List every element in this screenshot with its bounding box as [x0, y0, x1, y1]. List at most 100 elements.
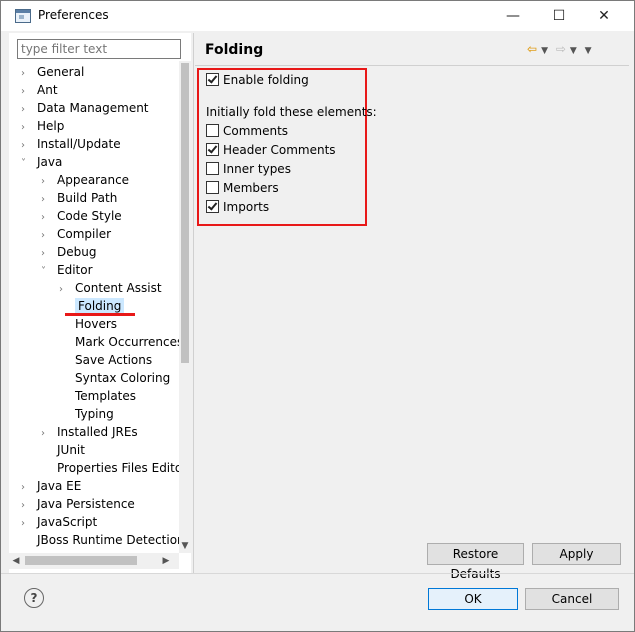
- tree-item-label: Content Assist: [75, 281, 162, 295]
- scroll-right-icon[interactable]: ▶: [159, 553, 173, 569]
- tree-item[interactable]: › General: [21, 63, 84, 81]
- tree-item[interactable]: Typing: [59, 405, 114, 423]
- tree-item-label: Properties Files Editor: [57, 461, 179, 475]
- tree-item-label: Java EE: [37, 479, 82, 493]
- tree-item-label: JUnit: [57, 443, 85, 457]
- fold-option-label: Members: [223, 181, 279, 195]
- checkbox-icon[interactable]: [206, 73, 219, 86]
- tree-item[interactable]: › Debug: [41, 243, 96, 261]
- tree-item[interactable]: JUnit: [41, 441, 85, 459]
- tree-item-label: Help: [37, 119, 65, 133]
- button-bar-separator: [1, 573, 634, 574]
- tree-item-label: Debug: [57, 245, 97, 259]
- cancel-button[interactable]: Cancel: [525, 588, 619, 610]
- checkbox-icon[interactable]: [206, 124, 219, 137]
- back-arrow-icon[interactable]: ⇦: [527, 42, 537, 56]
- apply-button[interactable]: Apply: [532, 543, 621, 565]
- close-button[interactable]: ✕: [581, 1, 627, 31]
- tree-item[interactable]: Save Actions: [59, 351, 152, 369]
- annotation-underline: [65, 313, 135, 316]
- checkbox-icon[interactable]: [206, 181, 219, 194]
- checkbox-icon[interactable]: [206, 200, 219, 213]
- tree-item[interactable]: › JavaScript: [21, 513, 97, 531]
- tree-item-label: Editor: [57, 263, 93, 277]
- fold-option-checkbox[interactable]: Members: [206, 179, 279, 197]
- vertical-scroll-thumb[interactable]: [181, 63, 189, 363]
- page-navigation: ⇦ ▼ ⇨ ▼ ▼: [527, 42, 596, 56]
- checkbox-icon[interactable]: [206, 143, 219, 156]
- tree-item[interactable]: Hovers: [59, 315, 117, 333]
- tree-item[interactable]: › Java EE: [21, 477, 81, 495]
- tree-item[interactable]: JBoss Runtime Detection: [21, 531, 179, 549]
- tree-item[interactable]: › Ant: [21, 81, 58, 99]
- tree-item[interactable]: › Appearance: [41, 171, 129, 189]
- help-icon[interactable]: ?: [24, 588, 44, 608]
- filter-input[interactable]: [17, 39, 181, 59]
- page-title: Folding: [205, 42, 264, 58]
- minimize-button[interactable]: —: [490, 1, 536, 31]
- tree-item-label: Data Management: [37, 101, 149, 115]
- tree-item[interactable]: › Compiler: [41, 225, 111, 243]
- tree-item[interactable]: Syntax Coloring: [59, 369, 170, 387]
- pane-divider[interactable]: [193, 33, 194, 573]
- ok-button[interactable]: OK: [428, 588, 518, 610]
- scroll-left-icon[interactable]: ◀: [9, 553, 23, 569]
- enable-folding-label: Enable folding: [223, 73, 309, 87]
- scroll-down-icon[interactable]: ▼: [179, 539, 191, 553]
- fold-option-checkbox[interactable]: Comments: [206, 122, 288, 140]
- tree-item-label: Install/Update: [37, 137, 121, 151]
- tree-item-label: Hovers: [75, 317, 118, 331]
- title-separator: [195, 65, 629, 66]
- view-menu-icon[interactable]: ▼: [585, 46, 592, 56]
- tree-item-label: Typing: [75, 407, 114, 421]
- tree-item[interactable]: › Installed JREs: [41, 423, 138, 441]
- tree-item-label: Templates: [75, 389, 137, 403]
- restore-defaults-button[interactable]: Restore Defaults: [427, 543, 524, 581]
- tree-item-label: JavaScript: [37, 515, 98, 529]
- enable-folding-checkbox[interactable]: Enable folding: [206, 71, 309, 89]
- forward-dropdown-icon[interactable]: ▼: [570, 46, 577, 56]
- maximize-button[interactable]: ☐: [536, 1, 582, 31]
- tree-item-label: Installed JREs: [57, 425, 138, 439]
- horizontal-scroll-thumb[interactable]: [25, 556, 137, 565]
- tree-item-label: Ant: [37, 83, 58, 97]
- tree-item[interactable]: › Code Style: [41, 207, 122, 225]
- fold-option-label: Imports: [223, 200, 270, 214]
- tree-item[interactable]: › Data Management: [21, 99, 149, 117]
- tree-item[interactable]: Templates: [59, 387, 136, 405]
- tree-horizontal-scrollbar[interactable]: ◀ ▶: [9, 553, 179, 569]
- tree-item[interactable]: ˅ Editor: [41, 261, 93, 279]
- forward-arrow-icon[interactable]: ⇨: [556, 42, 566, 56]
- tree-item-label: Java Persistence: [37, 497, 135, 511]
- back-dropdown-icon[interactable]: ▼: [541, 46, 548, 56]
- chevron-down-icon[interactable]: ˅: [21, 155, 37, 173]
- tree-item[interactable]: › Help: [21, 117, 64, 135]
- tree-item-label: Folding: [75, 298, 125, 314]
- preferences-window: Preferences — ☐ ✕ ›General›Ant›Data Mana…: [0, 0, 635, 632]
- preference-tree-pane: ›General›Ant›Data Management›Help›Instal…: [9, 33, 191, 573]
- chevron-down-icon[interactable]: ˅: [41, 263, 57, 281]
- fold-option-label: Inner types: [223, 162, 291, 176]
- app-icon: [15, 9, 31, 23]
- tree-item-label: Mark Occurrences: [75, 335, 179, 349]
- tree-item[interactable]: › Java Persistence: [21, 495, 135, 513]
- tree-item-label: Save Actions: [75, 353, 153, 367]
- tree-item-label: General: [37, 65, 85, 79]
- tree-item-label: Java: [37, 155, 63, 169]
- checkbox-icon[interactable]: [206, 162, 219, 175]
- tree-item[interactable]: › Install/Update: [21, 135, 121, 153]
- fold-option-checkbox[interactable]: Header Comments: [206, 141, 336, 159]
- fold-option-checkbox[interactable]: Imports: [206, 198, 269, 216]
- tree-item[interactable]: › Build Path: [41, 189, 117, 207]
- tree-item[interactable]: › Content Assist: [59, 279, 162, 297]
- tree-item[interactable]: ˅ Java: [21, 153, 62, 171]
- title-bar: Preferences — ☐ ✕: [1, 1, 634, 31]
- tree-item-label: Build Path: [57, 191, 118, 205]
- fold-option-checkbox[interactable]: Inner types: [206, 160, 291, 178]
- tree-item[interactable]: Properties Files Editor: [41, 459, 179, 477]
- tree-item[interactable]: Mark Occurrences: [59, 333, 179, 351]
- tree-item-label: JBoss Runtime Detection: [37, 533, 179, 547]
- fold-option-label: Header Comments: [223, 143, 336, 157]
- tree-vertical-scrollbar[interactable]: ▼: [179, 61, 191, 553]
- folding-page: Folding ⇦ ▼ ⇨ ▼ ▼ Enable folding Initially…: [195, 33, 629, 581]
